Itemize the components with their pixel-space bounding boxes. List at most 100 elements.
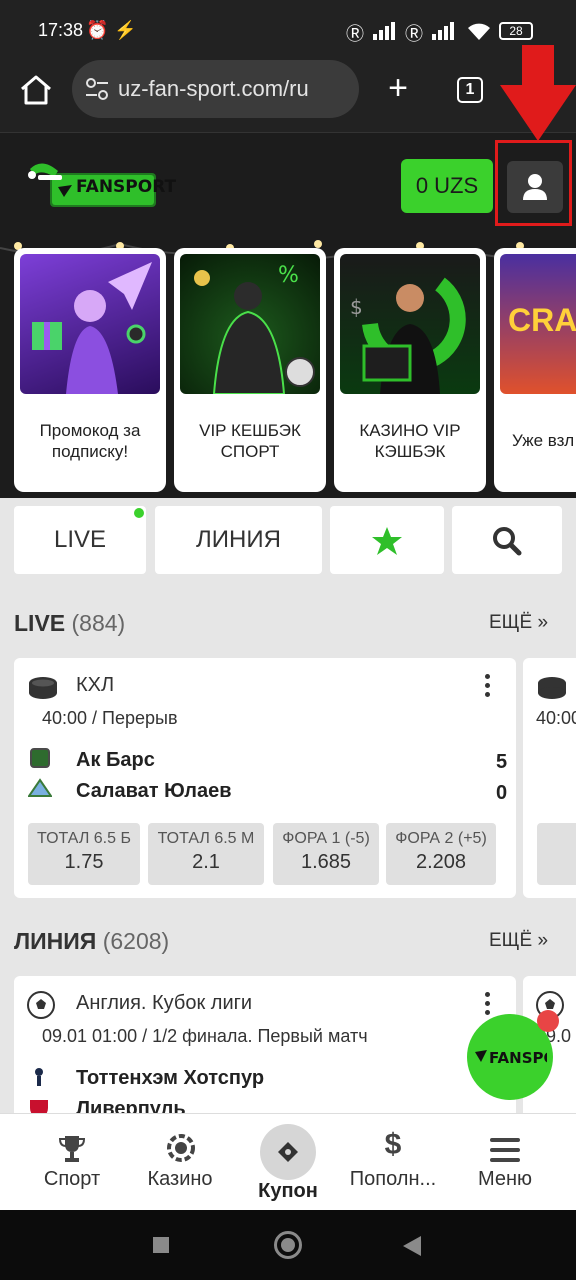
promo-art: $: [350, 277, 466, 394]
promo-card-vip-sport[interactable]: % VIP КЕШБЭК СПОРТ: [174, 248, 326, 492]
tab-line[interactable]: ЛИНИЯ: [155, 506, 322, 574]
team-logo: [35, 1068, 43, 1086]
promo-caption: VIP КЕШБЭК СПОРТ: [199, 421, 301, 461]
hamburger-menu-icon: [490, 1138, 520, 1162]
team-name: Тоттенхэм Хотспур: [76, 1067, 265, 1089]
address-bar[interactable]: uz-fan-sport.com/ru: [72, 60, 359, 118]
live-event-card[interactable]: КХЛ 40:00 / Перерыв Ак Барс 5 Салават Юл…: [14, 658, 516, 898]
nav-label: Спорт: [43, 1168, 101, 1190]
odd-button[interactable]: [537, 823, 576, 885]
team-score: 5: [496, 751, 508, 773]
tab-switcher-button[interactable]: 1: [457, 77, 483, 103]
odd-value: 1.75: [64, 851, 104, 873]
odd-button[interactable]: ТОТАЛ 6.5 М 2.1: [148, 823, 264, 885]
hockey-puck-icon: [538, 677, 566, 699]
tab-search[interactable]: [452, 506, 562, 574]
promo-caption: Промокод за подписку!: [39, 421, 141, 461]
live-indicator-dot: [134, 508, 144, 518]
sport-mode-tabs: LIVE ЛИНИЯ: [0, 498, 576, 580]
app-notification-icon: ⚡: [114, 20, 137, 40]
recents-button[interactable]: [153, 1237, 169, 1253]
tab-live[interactable]: LIVE: [14, 506, 146, 574]
live-count: (884): [71, 610, 126, 636]
promo-art: %: [194, 263, 315, 394]
odd-label: ФОРА 1 (-5): [282, 830, 370, 847]
ticket-icon: [278, 1142, 298, 1162]
promo-art: [32, 262, 152, 394]
svg-text:%: %: [278, 263, 299, 288]
signal-icon: [373, 22, 395, 40]
team-score: 0: [496, 782, 508, 804]
signal-icon-2: [432, 22, 454, 40]
promo-caption: Уже взл: [512, 431, 575, 450]
nav-deposit[interactable]: $ Пополн...: [346, 1114, 440, 1211]
event-menu-icon[interactable]: [483, 992, 491, 1019]
star-icon: [372, 527, 402, 555]
nav-label: Меню: [477, 1168, 533, 1190]
league-name: Англия. Кубок лиги: [76, 992, 253, 1014]
promo-carousel: Промокод за подписку! % VIP КЕШБЭК СПОРТ…: [0, 240, 576, 498]
team-logo: [30, 748, 50, 768]
event-time: 09.01 01:00 / 1/2 финала. Первый матч: [42, 1026, 368, 1046]
bottom-navigation: Спорт Казино Купон $ Пополн... Меню: [0, 1113, 576, 1210]
line-event-card[interactable]: Англия. Кубок лиги 09.01 01:00 / 1/2 фин…: [14, 976, 516, 1113]
odd-button[interactable]: ТОТАЛ 6.5 Б 1.75: [28, 823, 140, 885]
tab-count: 1: [465, 81, 475, 98]
football-icon: [27, 991, 55, 1019]
team-logo: [30, 1100, 48, 1113]
url-text: uz-fan-sport.com/ru: [118, 76, 309, 101]
fansport-mini-logo: FANSPORT: [475, 1049, 547, 1067]
system-navigation-bar: [0, 1210, 576, 1280]
red-arrow-annotation: [500, 45, 576, 141]
home-button[interactable]: [274, 1231, 302, 1259]
league-name: КХЛ: [76, 674, 115, 696]
nav-menu[interactable]: Меню: [466, 1114, 544, 1211]
live-event-card-next[interactable]: 40:00: [523, 658, 576, 898]
promo-image: CRA: [500, 254, 576, 394]
svg-text:$: $: [350, 295, 363, 319]
odd-label: ФОРА 2 (+5): [395, 830, 487, 847]
site-settings-icon[interactable]: [84, 76, 110, 102]
promo-image: %: [180, 254, 320, 394]
event-time: 40:00: [536, 708, 576, 728]
nav-sport[interactable]: Спорт: [28, 1114, 116, 1211]
status-time: 17:38: [38, 20, 84, 40]
browser-toolbar: uz-fan-sport.com/ru + 1: [0, 60, 576, 132]
home-icon[interactable]: [18, 72, 54, 108]
roaming-icon: Ⓡ: [346, 24, 364, 44]
odd-value: 2.208: [415, 851, 467, 873]
promo-caption: КАЗИНО VIP КЭШБЭК: [359, 421, 461, 461]
team-name: Ак Барс: [76, 749, 155, 771]
odd-button[interactable]: ФОРА 2 (+5) 2.208: [386, 823, 496, 885]
odd-value: 1.685: [300, 851, 352, 873]
highlight-frame: [495, 140, 572, 226]
event-menu-icon[interactable]: [483, 674, 491, 701]
live-more-link[interactable]: ЕЩЁ »: [489, 612, 548, 634]
battery-icon: 28: [499, 22, 533, 40]
hockey-puck-icon: [29, 677, 57, 699]
team-logo: [28, 778, 52, 797]
promo-card-crash[interactable]: CRA Уже взл: [494, 248, 576, 492]
nav-coupon[interactable]: Купон: [248, 1114, 328, 1211]
line-section-title: ЛИНИЯ (6208): [14, 928, 169, 955]
tab-favorites[interactable]: [330, 506, 444, 574]
status-bar: 17:38 ⏰ ⚡ Ⓡ Ⓡ 28: [0, 0, 576, 60]
live-section-title: LIVE (884): [14, 610, 125, 637]
logo-text: FANSPORT: [76, 177, 177, 197]
site-header: FANSPORT 0 UZS: [0, 132, 576, 240]
odd-button[interactable]: ФОРА 1 (-5) 1.685: [273, 823, 379, 885]
dollar-icon: $: [384, 1128, 402, 1161]
nav-casino[interactable]: Казино: [134, 1114, 226, 1211]
promo-card-promocode[interactable]: Промокод за подписку!: [14, 248, 166, 492]
new-tab-icon[interactable]: +: [380, 68, 416, 108]
promo-image: $: [340, 254, 480, 394]
promo-image-text: CRA: [508, 302, 576, 338]
balance-button[interactable]: 0 UZS: [401, 159, 493, 213]
alarm-icon: ⏰: [86, 20, 109, 40]
back-button[interactable]: [403, 1236, 421, 1256]
line-more-link[interactable]: ЕЩЁ »: [489, 930, 548, 952]
nav-label: Пополн...: [349, 1168, 437, 1190]
promo-card-casino-vip[interactable]: $ КАЗИНО VIP КЭШБЭК: [334, 248, 486, 492]
odd-value: 2.1: [192, 851, 220, 873]
team-name: Ливерпуль: [76, 1098, 186, 1113]
